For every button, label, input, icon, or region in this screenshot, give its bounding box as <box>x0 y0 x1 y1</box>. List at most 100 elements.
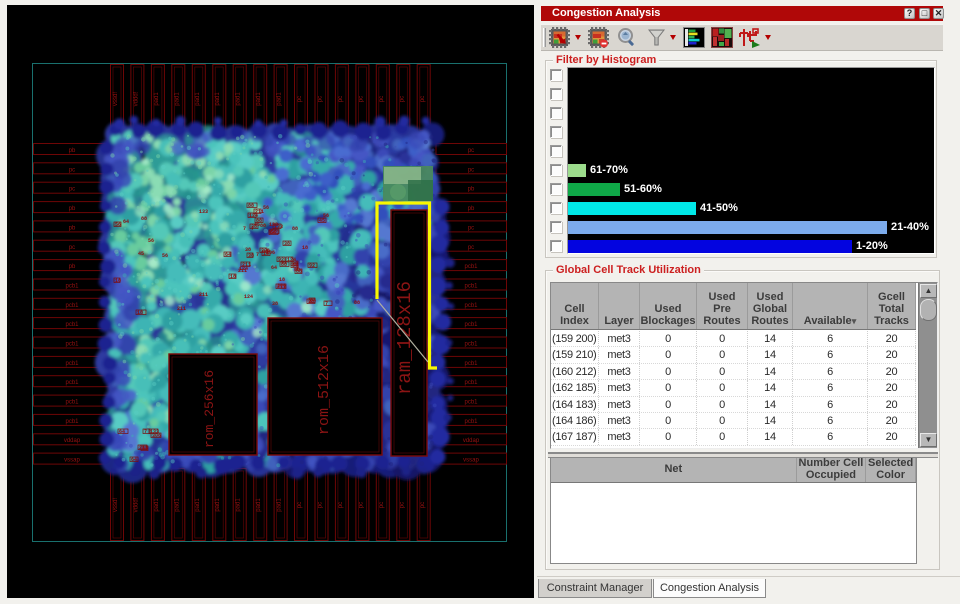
svg-text:vddd!: vddd! <box>133 91 139 106</box>
svg-text:18: 18 <box>302 245 308 251</box>
svg-text:211: 211 <box>277 284 286 290</box>
svg-text:pc: pc <box>468 225 474 231</box>
svg-text:pb: pb <box>69 206 76 212</box>
svg-text:64: 64 <box>271 265 277 271</box>
svg-text:64: 64 <box>225 252 231 258</box>
svg-text:pc: pc <box>358 502 364 508</box>
svg-text:pad1: pad1 <box>195 92 201 106</box>
svg-text:88: 88 <box>260 223 266 229</box>
svg-text:124: 124 <box>249 213 258 219</box>
svg-text:pc: pc <box>338 502 344 508</box>
svg-text:pc: pc <box>379 502 385 508</box>
svg-text:pad1: pad1 <box>256 92 262 106</box>
svg-text:pcb1: pcb1 <box>65 284 79 290</box>
svg-text:pad1: pad1 <box>215 498 221 512</box>
svg-text:pb: pb <box>69 148 76 154</box>
svg-text:pc: pc <box>468 245 474 251</box>
svg-text:vddap: vddap <box>463 438 480 444</box>
svg-text:pad1: pad1 <box>195 498 201 512</box>
svg-text:18: 18 <box>279 277 285 283</box>
svg-text:pc: pc <box>420 502 426 508</box>
svg-text:pc: pc <box>318 502 324 508</box>
svg-text:211: 211 <box>199 292 208 298</box>
svg-text:pb: pb <box>468 206 475 212</box>
svg-text:pcb1: pcb1 <box>464 264 478 270</box>
svg-text:pc: pc <box>69 245 75 251</box>
svg-text:56: 56 <box>148 238 154 244</box>
svg-text:pad1: pad1 <box>154 498 160 512</box>
svg-text:211: 211 <box>238 268 247 274</box>
svg-text:pad1: pad1 <box>277 498 283 512</box>
svg-text:pcb1: pcb1 <box>464 284 478 290</box>
svg-text:pcb1: pcb1 <box>65 303 79 309</box>
svg-text:ram_128x16: ram_128x16 <box>394 281 416 395</box>
svg-text:124: 124 <box>244 294 253 300</box>
svg-text:88: 88 <box>141 216 147 222</box>
svg-text:pc: pc <box>318 96 324 102</box>
svg-text:56: 56 <box>115 222 121 228</box>
svg-text:pcb1: pcb1 <box>65 380 79 386</box>
svg-text:7: 7 <box>256 252 259 258</box>
svg-text:38: 38 <box>272 301 278 307</box>
svg-text:pcb1: pcb1 <box>464 303 478 309</box>
svg-text:pad1: pad1 <box>236 92 242 106</box>
svg-text:pad1: pad1 <box>154 92 160 106</box>
svg-text:pc: pc <box>69 167 75 173</box>
svg-text:7: 7 <box>144 429 147 435</box>
svg-text:pc: pc <box>420 96 426 102</box>
svg-text:rom_512x16: rom_512x16 <box>316 345 333 435</box>
svg-text:pcb1: pcb1 <box>65 400 79 406</box>
svg-text:pc: pc <box>297 96 303 102</box>
svg-text:88: 88 <box>292 226 298 232</box>
svg-text:64: 64 <box>123 219 129 225</box>
svg-text:88: 88 <box>354 300 360 306</box>
svg-text:vssd!: vssd! <box>113 498 119 512</box>
svg-text:pcb1: pcb1 <box>464 400 478 406</box>
svg-text:56: 56 <box>162 253 168 259</box>
svg-text:pcb1: pcb1 <box>65 322 79 328</box>
svg-text:pc: pc <box>338 96 344 102</box>
svg-text:pad1: pad1 <box>174 92 180 106</box>
svg-text:pc: pc <box>468 148 474 154</box>
svg-text:pb: pb <box>468 187 475 193</box>
svg-text:pc: pc <box>468 167 474 173</box>
svg-text:7: 7 <box>325 301 328 307</box>
svg-text:56: 56 <box>263 205 269 211</box>
svg-text:pad1: pad1 <box>256 498 262 512</box>
svg-text:pb: pb <box>69 264 76 270</box>
svg-text:vddd!: vddd! <box>133 497 139 512</box>
svg-text:vssd!: vssd! <box>113 92 119 106</box>
svg-text:18: 18 <box>230 274 236 280</box>
svg-text:vssap: vssap <box>463 458 479 464</box>
svg-text:vssap: vssap <box>64 458 80 464</box>
svg-text:211: 211 <box>177 306 186 312</box>
svg-text:92: 92 <box>278 257 284 263</box>
svg-text:pcb1: pcb1 <box>65 342 79 348</box>
svg-text:pc: pc <box>358 96 364 102</box>
svg-text:vddap: vddap <box>64 438 81 444</box>
svg-text:pc: pc <box>399 96 405 102</box>
svg-text:pad1: pad1 <box>277 92 283 106</box>
svg-text:pc: pc <box>297 502 303 508</box>
svg-text:45: 45 <box>319 218 325 224</box>
svg-text:133: 133 <box>269 222 278 228</box>
svg-text:pcb1: pcb1 <box>464 361 478 367</box>
svg-text:pad1: pad1 <box>215 92 221 106</box>
svg-text:7: 7 <box>243 226 246 232</box>
svg-text:pcb1: pcb1 <box>464 342 478 348</box>
svg-text:pad1: pad1 <box>236 498 242 512</box>
svg-text:45: 45 <box>138 251 144 257</box>
svg-text:pcb1: pcb1 <box>65 361 79 367</box>
svg-text:133: 133 <box>199 209 208 215</box>
svg-text:pcb1: pcb1 <box>464 419 478 425</box>
svg-text:pc: pc <box>399 502 405 508</box>
svg-text:pcb1: pcb1 <box>464 380 478 386</box>
svg-text:64: 64 <box>119 429 125 435</box>
svg-text:306: 306 <box>266 250 275 256</box>
svg-text:pb: pb <box>69 225 76 231</box>
svg-text:38: 38 <box>284 241 290 247</box>
svg-text:88: 88 <box>248 203 254 209</box>
svg-text:18: 18 <box>137 310 143 316</box>
svg-text:92: 92 <box>309 263 315 269</box>
svg-text:64: 64 <box>131 457 137 463</box>
